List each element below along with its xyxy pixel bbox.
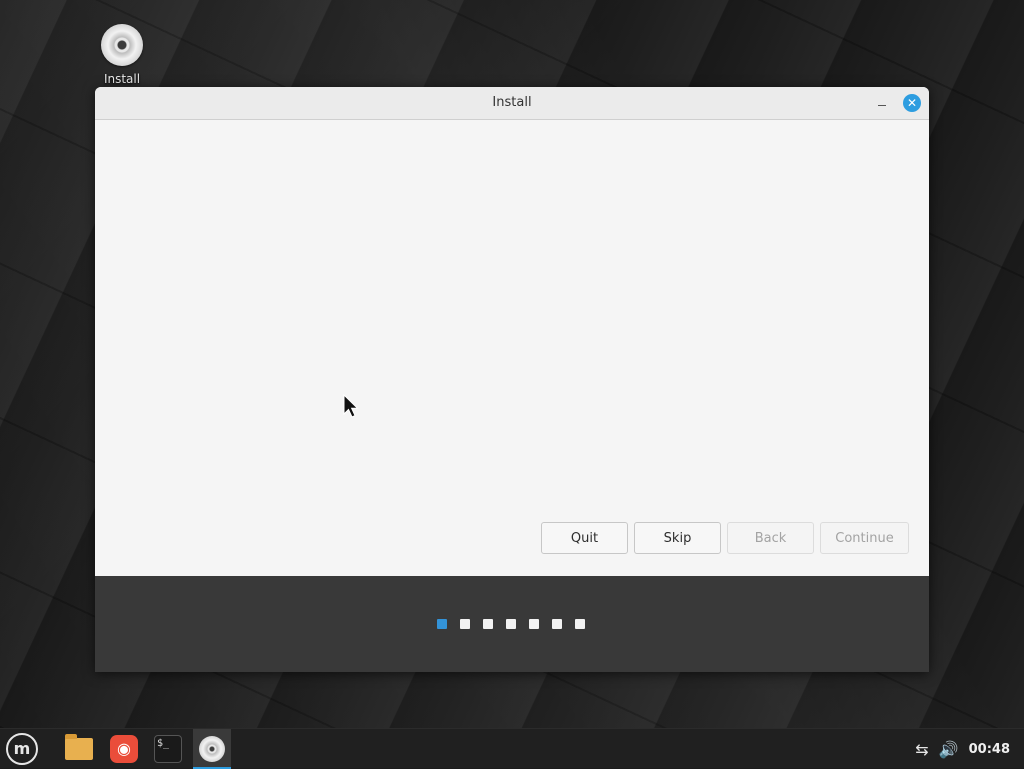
- minimize-button[interactable]: [875, 95, 889, 109]
- taskbar-item-files[interactable]: [60, 729, 98, 769]
- desktop-icon-label: Install: [103, 72, 141, 86]
- slide-dot-6[interactable]: [552, 619, 562, 629]
- network-icon[interactable]: ⇆: [915, 740, 928, 759]
- system-tray: ⇆ 🔊 00:48: [915, 729, 1010, 769]
- slide-indicator: [437, 619, 585, 629]
- close-icon: ✕: [906, 96, 918, 110]
- continue-button[interactable]: Continue: [820, 522, 909, 554]
- window-title: Install: [492, 95, 532, 110]
- window-content: Quit Skip Back Continue: [95, 120, 929, 576]
- slide-dot-2[interactable]: [460, 619, 470, 629]
- desktop-icon-install[interactable]: Install: [96, 24, 148, 86]
- menu-button[interactable]: m: [6, 733, 38, 765]
- taskbar-item-firefox[interactable]: ◉: [105, 729, 143, 769]
- firefox-icon: ◉: [110, 735, 138, 763]
- quit-button[interactable]: Quit: [541, 522, 628, 554]
- slideshow-bar: [95, 576, 929, 672]
- clock[interactable]: 00:48: [969, 742, 1010, 757]
- mint-logo-icon: m: [13, 739, 31, 758]
- skip-button[interactable]: Skip: [634, 522, 721, 554]
- back-button[interactable]: Back: [727, 522, 814, 554]
- slide-dot-1[interactable]: [437, 619, 447, 629]
- slide-dot-3[interactable]: [483, 619, 493, 629]
- button-row: Quit Skip Back Continue: [541, 522, 909, 554]
- slide-dot-7[interactable]: [575, 619, 585, 629]
- terminal-icon: $_: [154, 735, 182, 763]
- taskbar-item-terminal[interactable]: $_: [149, 729, 187, 769]
- volume-icon[interactable]: 🔊: [939, 740, 959, 759]
- install-window: Install ✕ Quit Skip Back Continue: [95, 87, 929, 672]
- taskbar-item-install[interactable]: [193, 729, 231, 769]
- slide-dot-5[interactable]: [529, 619, 539, 629]
- taskbar: m ◉ $_ ⇆ 🔊 00:48: [0, 728, 1024, 769]
- slide-dot-4[interactable]: [506, 619, 516, 629]
- window-titlebar[interactable]: Install ✕: [95, 87, 929, 120]
- disc-icon: [101, 24, 143, 66]
- close-button[interactable]: ✕: [903, 94, 921, 112]
- folder-icon: [65, 734, 93, 760]
- disc-icon: [199, 736, 225, 762]
